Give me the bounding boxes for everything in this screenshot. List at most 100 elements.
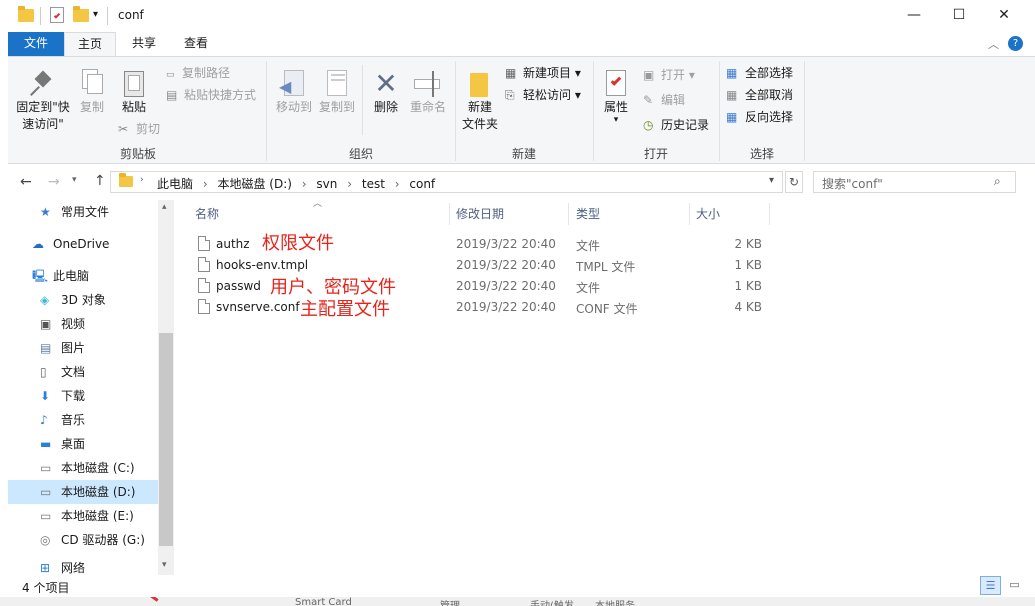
column-header-size[interactable]: 大小 — [696, 201, 768, 227]
cut-label: 剪切 — [136, 122, 161, 136]
delete-label: 删除 — [373, 100, 398, 114]
ribbon: 固定到"快 速访问" 复制 粘贴 ▭ 复制路径 ▤ 粘贴快捷方式 ✂ 剪切 剪贴板 ◀… — [8, 56, 1035, 164]
nav-item-downloads[interactable]: ⬇ 下载 — [8, 384, 158, 408]
file-size: 1 KB — [734, 258, 762, 272]
new-item-button[interactable]: ▦ 新建项目 ▾ — [505, 63, 581, 83]
nav-label: 文档 — [61, 365, 86, 379]
breadcrumb-item[interactable]: svn — [316, 177, 337, 191]
easy-access-button[interactable]: ⎘ 轻松访问 ▾ — [505, 85, 581, 105]
nav-item-drive-c[interactable]: ▭ 本地磁盘 (C:) — [8, 456, 158, 480]
nav-item-pictures[interactable]: ▤ 图片 — [8, 336, 158, 360]
nav-item-quick-access[interactable]: ★ 常用文件 — [8, 200, 158, 224]
file-name: authz — [216, 237, 250, 251]
pin-quick-access-button[interactable]: 固定到"快 速访问" — [12, 69, 74, 133]
group-label-open: 打开 — [643, 147, 668, 161]
details-view-icon[interactable]: ☰ — [980, 576, 1001, 595]
column-header-date[interactable]: 修改日期 — [456, 201, 568, 227]
column-header-type[interactable]: 类型 — [576, 201, 688, 227]
chevron-right-icon: › — [301, 177, 307, 191]
drive-icon: ▭ — [40, 485, 52, 499]
nav-item-cd-drive[interactable]: ◎ CD 驱动器 (G:) — [8, 528, 158, 552]
minimize-button[interactable]: — — [891, 0, 937, 32]
column-header-name[interactable]: 名称 — [195, 201, 449, 227]
rename-button[interactable]: 重命名 — [406, 69, 450, 116]
edit-button[interactable]: ✎ 编辑 — [643, 90, 685, 110]
search-placeholder: 搜索"conf" — [822, 177, 883, 191]
copy-button[interactable]: 复制 — [74, 69, 110, 116]
nav-label: 本地磁盘 (E:) — [61, 509, 134, 523]
invert-selection-icon: ▦ — [726, 110, 738, 124]
properties-button[interactable]: 属性 ▾ — [598, 69, 634, 125]
select-none-button[interactable]: ▦ 全部取消 — [726, 85, 793, 105]
new-folder-qa-icon[interactable] — [73, 6, 89, 25]
annotation-svnserve: 主配置文件 — [300, 299, 390, 320]
tab-share[interactable]: 共享 — [118, 32, 170, 56]
nav-label: 图片 — [61, 341, 86, 355]
breadcrumb-item[interactable]: test — [362, 177, 385, 191]
forward-arrow-icon[interactable]: → — [48, 174, 60, 190]
nav-item-onedrive[interactable]: ☁ OneDrive — [8, 232, 158, 256]
history-button[interactable]: ◷ 历史记录 — [643, 115, 709, 135]
scroll-down-icon[interactable]: ▾ — [162, 560, 167, 570]
divider — [769, 203, 770, 225]
nav-item-music[interactable]: ♪ 音乐 — [8, 408, 158, 432]
item-count: 4 个项目 — [22, 581, 70, 595]
maximize-button[interactable]: ☐ — [936, 0, 982, 32]
tab-view[interactable]: 查看 — [170, 32, 222, 56]
up-arrow-icon[interactable]: ↑ — [94, 173, 106, 189]
breadcrumb-item[interactable]: 此电脑 — [157, 177, 193, 191]
nav-item-network[interactable]: ⊞ 网络 — [8, 556, 158, 575]
chevron-right-icon: › — [347, 177, 353, 191]
paste-button[interactable]: 粘贴 — [114, 69, 154, 116]
search-icon[interactable]: ⌕ — [994, 174, 1001, 189]
invert-selection-button[interactable]: ▦ 反向选择 — [726, 107, 793, 127]
edit-label: 编辑 — [661, 93, 686, 107]
file-type: TMPL 文件 — [576, 260, 636, 274]
paste-shortcut-button[interactable]: ▤ 粘贴快捷方式 — [166, 85, 256, 105]
nav-item-videos[interactable]: ▣ 视频 — [8, 312, 158, 336]
recent-locations-icon[interactable]: ▾ — [72, 175, 77, 185]
help-icon[interactable]: ? — [1008, 36, 1023, 51]
file-row[interactable]: svnserve.conf 2019/3/22 20:40 CONF 文件 4 … — [190, 297, 780, 318]
nav-item-drive-e[interactable]: ▭ 本地磁盘 (E:) — [8, 504, 158, 528]
scroll-up-icon[interactable]: ▴ — [162, 202, 167, 212]
red-mark — [145, 597, 159, 602]
copy-path-icon: ▭ — [166, 70, 175, 80]
scrollbar-thumb[interactable] — [159, 333, 173, 546]
copy-path-button[interactable]: ▭ 复制路径 — [166, 63, 230, 83]
move-to-button[interactable]: ◀ 移动到 — [273, 69, 315, 116]
tab-home[interactable]: 主页 — [64, 32, 116, 57]
nav-item-desktop[interactable]: ▬ 桌面 — [8, 432, 158, 456]
breadcrumb-item[interactable]: conf — [409, 177, 435, 191]
file-icon — [198, 299, 210, 314]
nav-item-drive-d[interactable]: ▭ 本地磁盘 (D:) — [8, 480, 158, 504]
ribbon-tabs: 文件 主页 共享 查看 ︿ ? — [0, 32, 1035, 57]
open-button[interactable]: ▣ 打开 ▾ — [643, 65, 695, 85]
copy-path-label: 复制路径 — [182, 66, 231, 80]
properties-qa-icon[interactable] — [50, 7, 64, 23]
properties-dropdown-icon[interactable]: ▾ — [598, 116, 634, 125]
select-all-button[interactable]: ▦ 全部选择 — [726, 63, 793, 83]
delete-button[interactable]: ✕ 删除 — [366, 69, 406, 116]
scissors-icon: ✂ — [118, 122, 129, 136]
cut-button[interactable]: ✂ 剪切 — [118, 119, 160, 139]
address-dropdown-icon[interactable]: ▾ — [769, 175, 774, 186]
tab-file[interactable]: 文件 — [8, 32, 64, 56]
close-button[interactable]: ✕ — [981, 0, 1027, 32]
nav-item-documents[interactable]: ▯ 文档 — [8, 360, 158, 384]
nav-item-this-pc[interactable]: 🖳 此电脑 — [8, 264, 158, 288]
customize-qa-icon[interactable]: ▾ — [93, 9, 98, 20]
refresh-icon[interactable]: ↻ — [785, 171, 803, 193]
address-bar[interactable]: › 此电脑 › 本地磁盘 (D:) › svn › test › conf ▾ — [110, 171, 783, 193]
chevron-right-icon: › — [140, 175, 144, 185]
breadcrumb-item[interactable]: 本地磁盘 (D:) — [217, 177, 291, 191]
collapse-ribbon-icon[interactable]: ︿ — [988, 36, 999, 52]
nav-scrollbar[interactable]: ▴ ▾ — [158, 200, 174, 575]
back-arrow-icon[interactable]: ← — [20, 174, 32, 190]
group-label-organize: 组织 — [348, 147, 373, 161]
large-icons-view-icon[interactable]: ▭ — [1004, 576, 1025, 595]
copy-to-button[interactable]: 复制到 — [316, 69, 358, 116]
nav-item-3d-objects[interactable]: ◈ 3D 对象 — [8, 288, 158, 312]
search-input[interactable]: 搜索"conf" ⌕ — [813, 171, 1016, 193]
new-folder-button[interactable]: 新建 文件夹 — [460, 69, 500, 133]
